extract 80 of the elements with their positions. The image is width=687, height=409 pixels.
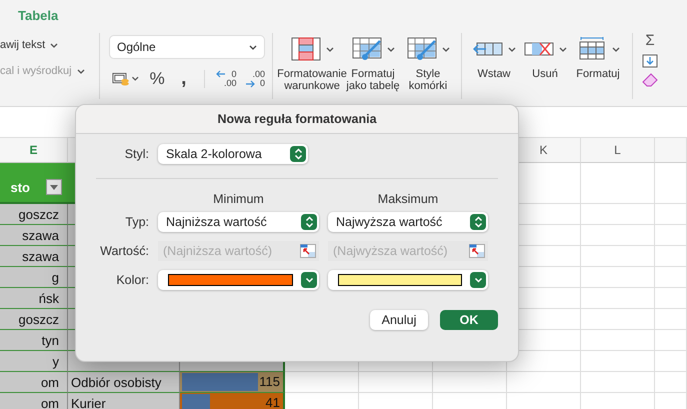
grid-cell <box>655 163 687 204</box>
table-cell: goszcz <box>0 309 68 330</box>
chevron-down-icon <box>474 277 482 283</box>
up-down-chevron-icon <box>304 216 314 228</box>
ok-button[interactable]: OK <box>440 310 498 330</box>
grid-cell <box>655 267 687 288</box>
table-cell: om <box>0 372 68 393</box>
caret-icon <box>442 46 450 52</box>
dialog-title: Nowa reguła formatowania <box>217 112 377 126</box>
table-cell: szawa <box>0 246 68 267</box>
cell-value: 41 <box>266 395 280 409</box>
left-arrow-icon <box>216 70 226 78</box>
table-cell: ńsk <box>0 288 68 309</box>
currency-icon[interactable] <box>112 71 140 87</box>
grid-cell <box>655 330 687 351</box>
alignment-button[interactable]: awij tekst <box>0 39 92 51</box>
number-format-dropdown[interactable]: Ogólne <box>109 35 265 59</box>
grid-cell <box>655 309 687 330</box>
number-format-button[interactable]: , <box>174 72 194 86</box>
column-header[interactable]: L <box>581 138 655 163</box>
caret-icon <box>326 46 334 52</box>
ribbon-command-button[interactable]: Wstaw <box>469 33 519 99</box>
highlighted-grid-icon <box>290 37 320 61</box>
color-picker[interactable] <box>158 270 319 290</box>
range-picker-icon[interactable] <box>300 244 316 258</box>
caret-icon <box>50 42 58 48</box>
fill-down-icon[interactable] <box>642 54 658 68</box>
style-select[interactable]: Skala 2-kolorowa <box>158 144 308 164</box>
column-heading: Maksimum <box>376 192 440 206</box>
row-format-icon <box>576 37 606 61</box>
table-cell: goszcz <box>0 204 68 225</box>
table-cell: Odbiór osobisty <box>68 372 180 393</box>
table-cell: tyn <box>0 330 68 351</box>
color-picker[interactable] <box>328 270 488 290</box>
grid-cell <box>655 372 687 393</box>
table-cell: g <box>0 267 68 288</box>
caret-icon <box>76 68 85 74</box>
table-cell: om <box>0 393 68 409</box>
decimal-button[interactable]: .00 0 <box>244 68 265 90</box>
brush-grid-icon <box>406 37 436 61</box>
column-heading: Minimum <box>212 192 265 206</box>
field-label: Kolor: <box>115 273 149 287</box>
chevron-down-icon <box>304 277 314 283</box>
ribbon-command-button[interactable]: Style komórki <box>402 33 454 99</box>
caret-icon <box>558 46 566 52</box>
field-label: Typ: <box>124 215 149 229</box>
ribbon-command-button[interactable]: Usuń <box>519 33 571 99</box>
grid-cell <box>655 288 687 309</box>
field-label: Styl: <box>124 147 149 161</box>
grid-cell <box>655 204 687 225</box>
filter-button[interactable] <box>46 179 62 195</box>
up-down-chevron-icon <box>474 216 482 228</box>
type-select[interactable]: Najwyższa wartość <box>328 212 488 232</box>
caret-icon <box>612 46 620 52</box>
eraser-icon[interactable] <box>642 73 658 87</box>
up-down-chevron-icon <box>294 148 302 160</box>
column-header[interactable]: E <box>0 138 68 163</box>
grid-cell <box>655 246 687 267</box>
right-arrow-icon <box>244 80 255 88</box>
ribbon-command-button[interactable]: Formatuj <box>571 33 625 99</box>
caret-icon <box>386 46 394 52</box>
field-label: Wartość: <box>99 244 149 258</box>
caret-icon <box>508 46 516 52</box>
table-cell: szawa <box>0 225 68 246</box>
brush-grid-icon <box>352 37 382 61</box>
cancel-button[interactable]: Anuluj <box>370 310 428 330</box>
column-title: sto <box>10 180 30 195</box>
grid-cell <box>655 225 687 246</box>
autosum-button[interactable]: Σ <box>645 33 655 49</box>
type-select[interactable]: Najniższa wartość <box>158 212 319 232</box>
cell-value: 115 <box>259 374 280 389</box>
table-cell: y <box>0 351 68 372</box>
down-triangle-icon <box>50 184 58 190</box>
grid-cell <box>655 351 687 372</box>
number-format-button[interactable]: % <box>148 69 167 89</box>
ribbon-command-button[interactable]: Formatowanie warunkowe <box>280 33 344 99</box>
decimal-button[interactable]: 0 .00 <box>216 68 237 90</box>
range-picker-icon[interactable] <box>469 244 485 258</box>
caret-icon <box>249 44 257 50</box>
table-cell: Kurier <box>68 393 180 409</box>
